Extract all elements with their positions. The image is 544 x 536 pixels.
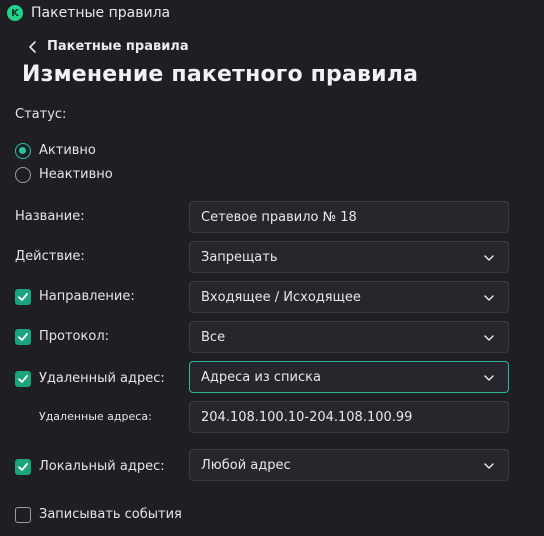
protocol-select[interactable]: Все — [189, 321, 509, 353]
chevron-down-icon — [484, 375, 494, 381]
name-label: Название: — [15, 209, 85, 224]
direction-select[interactable]: Входящее / Исходящее — [189, 281, 509, 313]
remote-address-select-value: Адреса из списка — [201, 369, 321, 385]
name-input-value: Сетевое правило № 18 — [201, 209, 357, 225]
protocol-select-value: Все — [201, 329, 226, 345]
app-logo-icon: K — [7, 5, 23, 21]
chevron-down-icon — [484, 255, 494, 261]
remote-addresses-value: 204.108.100.10-204.108.100.99 — [201, 409, 413, 425]
radio-inactive-label[interactable]: Неактивно — [39, 167, 113, 182]
radio-active[interactable] — [15, 143, 31, 159]
title-bar: K Пакетные правила — [0, 0, 544, 28]
direction-checkbox[interactable] — [15, 289, 31, 305]
chevron-left-icon — [29, 41, 36, 53]
checkmark-icon — [18, 375, 28, 383]
local-address-label[interactable]: Локальный адрес: — [39, 459, 165, 474]
local-address-select-value: Любой адрес — [201, 457, 291, 473]
page-title: Изменение пакетного правила — [22, 62, 419, 87]
protocol-label[interactable]: Протокол: — [39, 329, 109, 344]
local-address-checkbox[interactable] — [15, 459, 31, 475]
remote-address-label[interactable]: Удаленный адрес: — [39, 371, 165, 386]
log-events-checkbox[interactable] — [15, 507, 31, 523]
checkmark-icon — [18, 463, 28, 471]
log-events-label[interactable]: Записывать события — [39, 507, 182, 522]
status-label: Статус: — [15, 107, 67, 122]
radio-inactive[interactable] — [15, 167, 31, 183]
window-title: Пакетные правила — [31, 5, 171, 21]
action-select-value: Запрещать — [201, 249, 278, 265]
chevron-down-icon — [484, 335, 494, 341]
direction-label[interactable]: Направление: — [39, 289, 135, 304]
protocol-checkbox[interactable] — [15, 329, 31, 345]
direction-select-value: Входящее / Исходящее — [201, 289, 361, 305]
action-label: Действие: — [15, 249, 85, 264]
remote-addresses-input[interactable]: 204.108.100.10-204.108.100.99 — [189, 401, 509, 433]
back-button[interactable] — [24, 38, 42, 56]
breadcrumb[interactable]: Пакетные правила — [47, 39, 189, 54]
checkmark-icon — [18, 293, 28, 301]
remote-addresses-label: Удаленные адреса: — [39, 410, 152, 423]
checkmark-icon — [18, 333, 28, 341]
radio-active-label[interactable]: Активно — [39, 143, 96, 158]
action-select[interactable]: Запрещать — [189, 241, 509, 273]
chevron-down-icon — [484, 295, 494, 301]
remote-address-select[interactable]: Адреса из списка — [189, 361, 509, 393]
local-address-select[interactable]: Любой адрес — [189, 449, 509, 481]
remote-address-checkbox[interactable] — [15, 371, 31, 387]
name-input[interactable]: Сетевое правило № 18 — [189, 201, 509, 233]
chevron-down-icon — [484, 463, 494, 469]
